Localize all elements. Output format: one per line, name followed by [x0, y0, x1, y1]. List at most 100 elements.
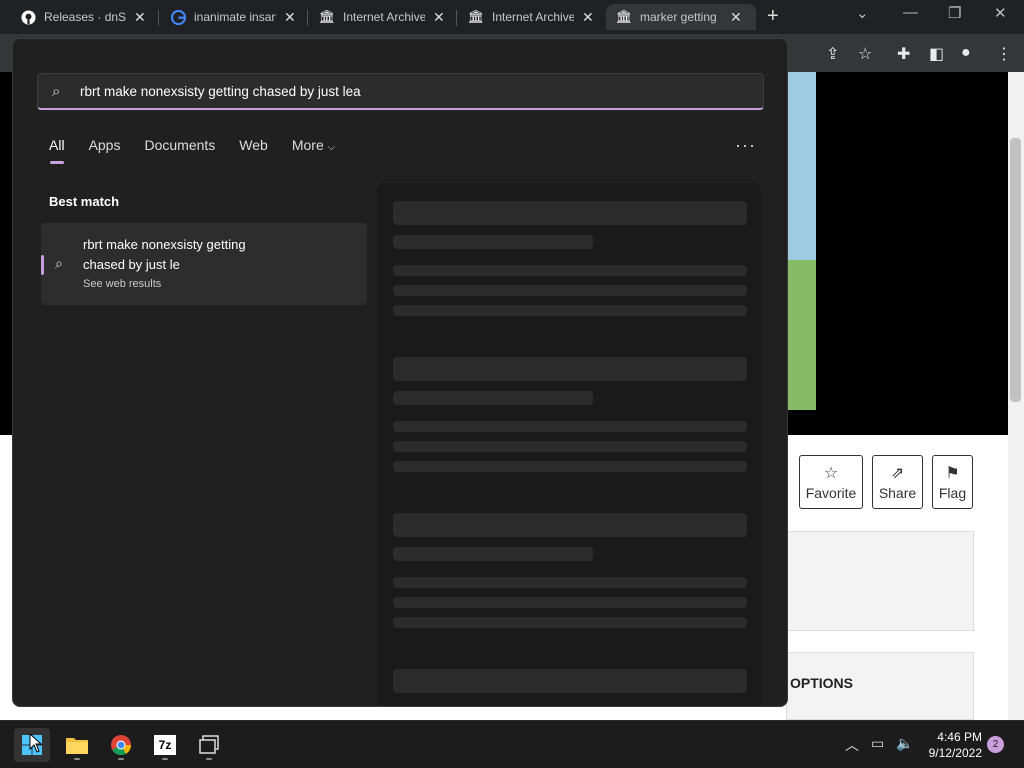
- volume-icon[interactable]: 🔈: [896, 735, 913, 752]
- restore-icon[interactable]: ❐: [948, 4, 961, 22]
- show-hidden-icons-chevron-icon[interactable]: ︿: [845, 735, 859, 755]
- flag-label: Flag: [938, 485, 967, 501]
- browser-tab-bar: Releases · dnSpy ✕ inanimate insanity ✕ …: [0, 0, 1024, 34]
- search-box[interactable]: ⌕: [37, 73, 764, 110]
- skeleton-line: [393, 617, 747, 628]
- running-indicator: [74, 758, 80, 760]
- tab-title: marker getting: [640, 10, 717, 24]
- share-icon: ⇗: [890, 465, 905, 482]
- flag-button[interactable]: ⚑ Flag: [932, 455, 973, 509]
- favorite-label: Favorite: [805, 485, 857, 501]
- info-panel: [786, 531, 974, 631]
- more-options-icon[interactable]: ···: [735, 135, 756, 156]
- file-explorer-button[interactable]: [59, 728, 95, 762]
- close-icon[interactable]: ✕: [433, 9, 445, 26]
- skeleton-line: [393, 265, 747, 276]
- profile-avatar-icon[interactable]: ●: [961, 44, 971, 62]
- tab-marker-getting[interactable]: 🏛 marker getting ✕: [606, 4, 756, 30]
- skeleton-line: [393, 201, 747, 225]
- browser-menu-icon[interactable]: ⋮: [996, 44, 1012, 64]
- chrome-button[interactable]: [103, 728, 139, 762]
- tab-separator: [456, 10, 457, 26]
- skeleton-line: [393, 513, 747, 537]
- skeleton-line: [393, 669, 747, 693]
- clock-time: 4:46 PM: [937, 730, 982, 744]
- system-clock[interactable]: 4:46 PM 9/12/2022: [920, 729, 982, 761]
- tab-separator: [158, 10, 159, 26]
- search-icon: ⌕: [55, 255, 63, 271]
- archive-icon: 🏛: [318, 9, 336, 24]
- mouse-cursor-icon: [29, 733, 43, 753]
- bookmark-star-icon[interactable]: ☆: [858, 44, 872, 64]
- preview-pane-loading: [377, 183, 761, 706]
- filter-all[interactable]: All: [49, 137, 65, 164]
- tab-releases[interactable]: Releases · dnSpy ✕: [20, 4, 146, 30]
- archive-icon: 🏛: [467, 9, 485, 24]
- archive-icon: 🏛: [615, 9, 633, 24]
- search-filter-tabs: All Apps Documents Web More ⌵: [49, 137, 359, 164]
- close-icon[interactable]: ✕: [134, 9, 146, 26]
- folder-icon: [66, 738, 88, 754]
- filter-more[interactable]: More ⌵: [292, 137, 335, 163]
- skeleton-line: [393, 421, 747, 432]
- tab-title: Internet Archive: [492, 10, 574, 24]
- best-match-result[interactable]: ⌕ rbrt make nonexsisty getting chased by…: [41, 223, 367, 305]
- skeleton-line: [393, 461, 747, 472]
- minimize-icon[interactable]: —: [903, 4, 918, 21]
- filter-more-label: More: [291, 137, 324, 153]
- share-button[interactable]: ⇗ Share: [872, 455, 923, 509]
- tab-title: inanimate insanity: [194, 10, 276, 24]
- skeleton-line: [393, 305, 747, 316]
- skeleton-line: [393, 547, 593, 561]
- search-input[interactable]: [80, 83, 730, 99]
- running-indicator: [118, 758, 124, 760]
- skeleton-line: [393, 441, 747, 452]
- task-view-button[interactable]: [191, 728, 227, 762]
- tab-internet-archive-2[interactable]: 🏛 Internet Archive ✕: [468, 4, 594, 30]
- extensions-puzzle-icon[interactable]: ✚: [897, 44, 910, 64]
- task-view-icon: [199, 735, 219, 754]
- result-title: rbrt make nonexsisty getting chased by j…: [83, 237, 246, 272]
- running-indicator: [206, 758, 212, 760]
- skeleton-line: [393, 597, 747, 608]
- close-icon[interactable]: ✕: [582, 9, 594, 26]
- close-icon[interactable]: ✕: [284, 9, 296, 26]
- chevron-down-icon: ⌵: [327, 142, 336, 153]
- network-icon[interactable]: ▭: [871, 735, 884, 752]
- window-close-icon[interactable]: ✕: [994, 4, 1007, 22]
- chrome-icon: [111, 735, 132, 756]
- tab-search-icon[interactable]: ⌄: [856, 4, 869, 22]
- best-match-heading: Best match: [49, 194, 120, 209]
- star-icon: ☆: [823, 465, 839, 482]
- skeleton-line: [393, 577, 747, 588]
- selection-indicator: [41, 255, 44, 275]
- share-page-icon[interactable]: ⇪: [826, 44, 839, 64]
- tab-internet-archive-1[interactable]: 🏛 Internet Archive ✕: [319, 4, 445, 30]
- skeleton-line: [393, 391, 593, 405]
- notification-badge[interactable]: 2: [987, 736, 1004, 753]
- video-frame: [786, 72, 816, 410]
- tab-title: Releases · dnSpy: [44, 10, 126, 24]
- new-tab-icon[interactable]: +: [767, 5, 779, 28]
- running-indicator: [162, 758, 168, 760]
- skeleton-line: [393, 357, 747, 381]
- tab-separator: [307, 10, 308, 26]
- scrollbar-thumb[interactable]: [1010, 138, 1021, 402]
- share-label: Share: [878, 485, 917, 501]
- skeleton-line: [393, 285, 747, 296]
- start-search-panel: ⌕ All Apps Documents Web More ⌵ ··· Best…: [12, 38, 788, 707]
- flag-icon: ⚑: [945, 465, 960, 482]
- close-icon[interactable]: ✕: [730, 9, 742, 26]
- download-options-heading: OPTIONS: [790, 675, 854, 691]
- tab-inanimate[interactable]: inanimate insanity ✕: [170, 4, 296, 30]
- filter-web[interactable]: Web: [239, 137, 268, 163]
- clock-date: 9/12/2022: [928, 746, 982, 760]
- filter-apps[interactable]: Apps: [89, 137, 121, 163]
- side-panel-icon[interactable]: ◧: [929, 44, 944, 64]
- 7zip-button[interactable]: 7z: [147, 728, 183, 762]
- favorite-button[interactable]: ☆ Favorite: [799, 455, 863, 509]
- result-subtitle: See web results: [83, 278, 162, 290]
- 7zip-icon: 7z: [154, 735, 176, 755]
- filter-documents[interactable]: Documents: [144, 137, 215, 163]
- video-grass: [786, 260, 816, 410]
